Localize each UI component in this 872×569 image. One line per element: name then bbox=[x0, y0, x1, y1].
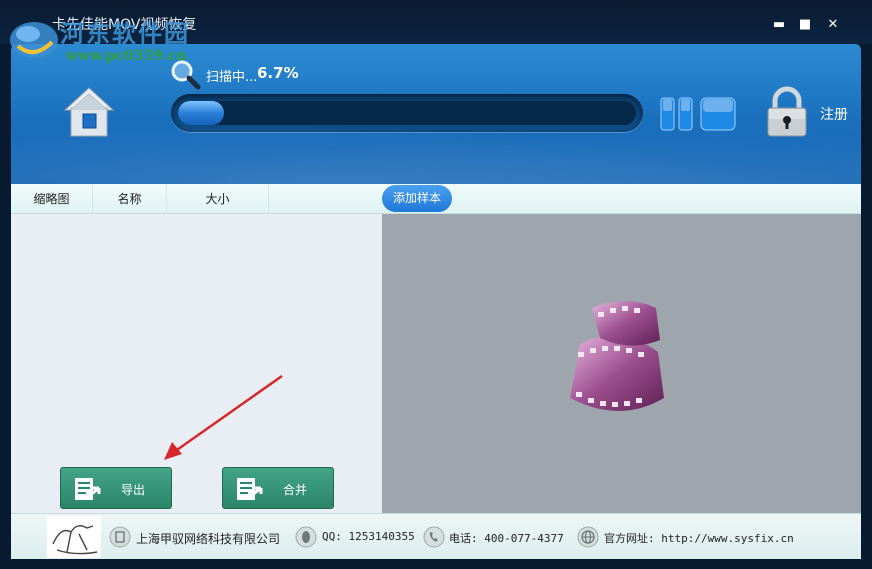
scan-status-label: 扫描中... bbox=[206, 70, 258, 85]
column-size[interactable]: 大小 bbox=[167, 184, 269, 214]
column-name[interactable]: 名称 bbox=[93, 184, 167, 214]
building-icon bbox=[109, 526, 131, 548]
watermark-logo bbox=[10, 22, 58, 58]
company-name: 上海甲驭网络科技有限公司 bbox=[136, 532, 281, 546]
register-button[interactable]: 注册 bbox=[820, 104, 848, 124]
add-sample-button[interactable]: 添加样本 bbox=[382, 185, 452, 212]
merge-icon bbox=[237, 478, 263, 500]
annotation-arrow bbox=[164, 374, 283, 460]
pause-icon[interactable] bbox=[659, 96, 695, 132]
qq-icon bbox=[295, 526, 317, 548]
header-panel: 扫描中... 6.7% 注册 bbox=[11, 44, 861, 184]
scan-progress-bar bbox=[171, 94, 643, 132]
home-icon[interactable] bbox=[63, 84, 115, 138]
scan-progress-fill bbox=[178, 101, 224, 125]
merge-label: 合并 bbox=[283, 483, 308, 497]
merge-button[interactable]: 合并 bbox=[222, 467, 334, 509]
company-logo bbox=[47, 516, 101, 558]
globe-icon bbox=[577, 526, 599, 548]
column-thumbnail[interactable]: 缩略图 bbox=[11, 184, 93, 214]
scan-percent: 6.7% bbox=[257, 64, 299, 82]
website-link[interactable]: 官方网址: http://www.sysfix.cn bbox=[604, 530, 794, 546]
file-list-pane[interactable]: 导出 合并 bbox=[11, 214, 382, 513]
footer-bar: 上海甲驭网络科技有限公司 QQ: 1253140355 电话: 400-077-… bbox=[11, 513, 861, 559]
export-label: 导出 bbox=[121, 483, 146, 497]
film-reel-icon bbox=[570, 301, 664, 411]
minimize-button[interactable]: ▬ bbox=[770, 16, 788, 34]
maximize-button[interactable]: ■ bbox=[796, 16, 814, 34]
close-button[interactable]: ✕ bbox=[824, 16, 842, 34]
qq-number: QQ: 1253140355 bbox=[322, 530, 415, 543]
preview-pane bbox=[382, 214, 861, 513]
phone-number: 电话: 400-077-4377 bbox=[449, 532, 564, 545]
app-window: 卡先佳能MOV视频恢复 河东软件园 ▬ ■ ✕ 扫描中... 6.7% 注册 w… bbox=[0, 0, 872, 569]
export-button[interactable]: 导出 bbox=[60, 467, 172, 509]
export-icon bbox=[75, 478, 101, 500]
stop-icon[interactable] bbox=[700, 96, 736, 132]
phone-icon bbox=[423, 526, 445, 548]
watermark-url: www.pc0359.cn bbox=[66, 48, 187, 64]
column-header-bar: 缩略图 名称 大小 添加样本 bbox=[11, 184, 861, 214]
title-bar: 卡先佳能MOV视频恢复 河东软件园 ▬ ■ ✕ bbox=[0, 0, 872, 48]
lock-icon[interactable] bbox=[765, 86, 809, 138]
